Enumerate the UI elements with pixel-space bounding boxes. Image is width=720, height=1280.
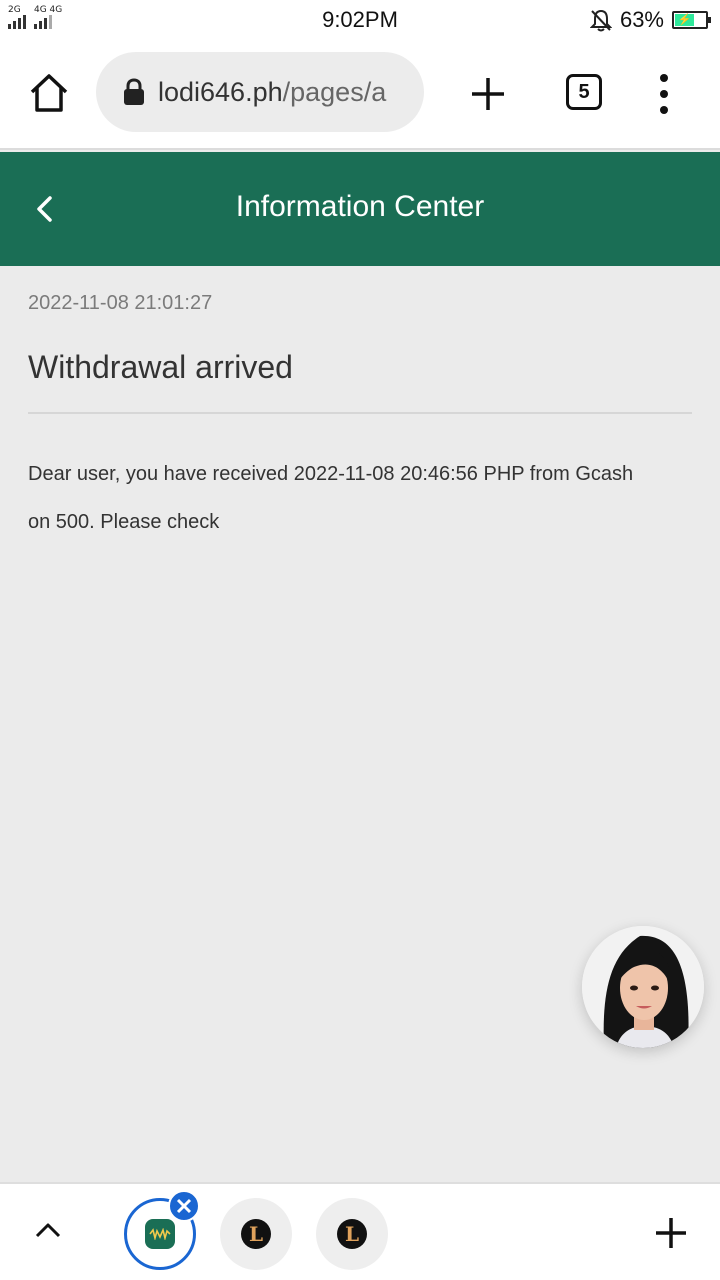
more-vert-icon[interactable] — [656, 74, 672, 114]
address-bar[interactable]: lodi646.ph/pages/a — [96, 52, 424, 132]
message-body: Dear user, you have received 2022-11-08 … — [28, 463, 634, 533]
url-host: lodi646.ph — [158, 76, 283, 107]
message-date: 2022-11-08 21:01:27 — [28, 292, 213, 314]
tab-thumbnail[interactable]: L — [316, 1198, 388, 1270]
plus-icon[interactable] — [654, 1216, 688, 1250]
battery-icon: ⚡ — [672, 11, 711, 29]
plus-icon[interactable] — [470, 76, 506, 112]
message-title: Withdrawal arrived — [28, 349, 293, 385]
l-logo-icon: L — [337, 1219, 367, 1249]
woman-portrait-icon — [582, 926, 704, 1048]
divider — [28, 412, 692, 414]
browser-toolbar: lodi646.ph/pages/a 5 — [0, 40, 720, 150]
url-path: /pages/a — [282, 76, 387, 107]
l-logo-icon: L — [241, 1219, 271, 1249]
bell-muted-icon — [589, 9, 612, 32]
support-avatar[interactable] — [582, 926, 704, 1048]
app-logo-icon — [145, 1219, 175, 1249]
battery-level: ⚡ — [675, 14, 694, 26]
tab-thumbnail[interactable]: L — [220, 1198, 292, 1270]
message-detail: 2022-11-08 21:01:27 Withdrawal arrived D… — [0, 266, 720, 546]
lock-icon — [124, 78, 144, 105]
status-bar: 2G 4G 4G 9:02PM 63% ⚡ — [0, 0, 720, 40]
page-title: Information Center — [235, 190, 485, 223]
chevron-up-icon[interactable] — [34, 1220, 62, 1240]
close-icon[interactable] — [168, 1190, 200, 1222]
battery-percent: 63% — [619, 7, 664, 32]
app-header: Information Center — [0, 152, 720, 266]
tab-switcher-button[interactable]: 5 — [566, 74, 602, 110]
url-text: lodi646.ph/pages/a — [158, 77, 386, 108]
home-icon[interactable] — [28, 72, 70, 114]
bottom-tab-bar: L L — [0, 1182, 720, 1280]
